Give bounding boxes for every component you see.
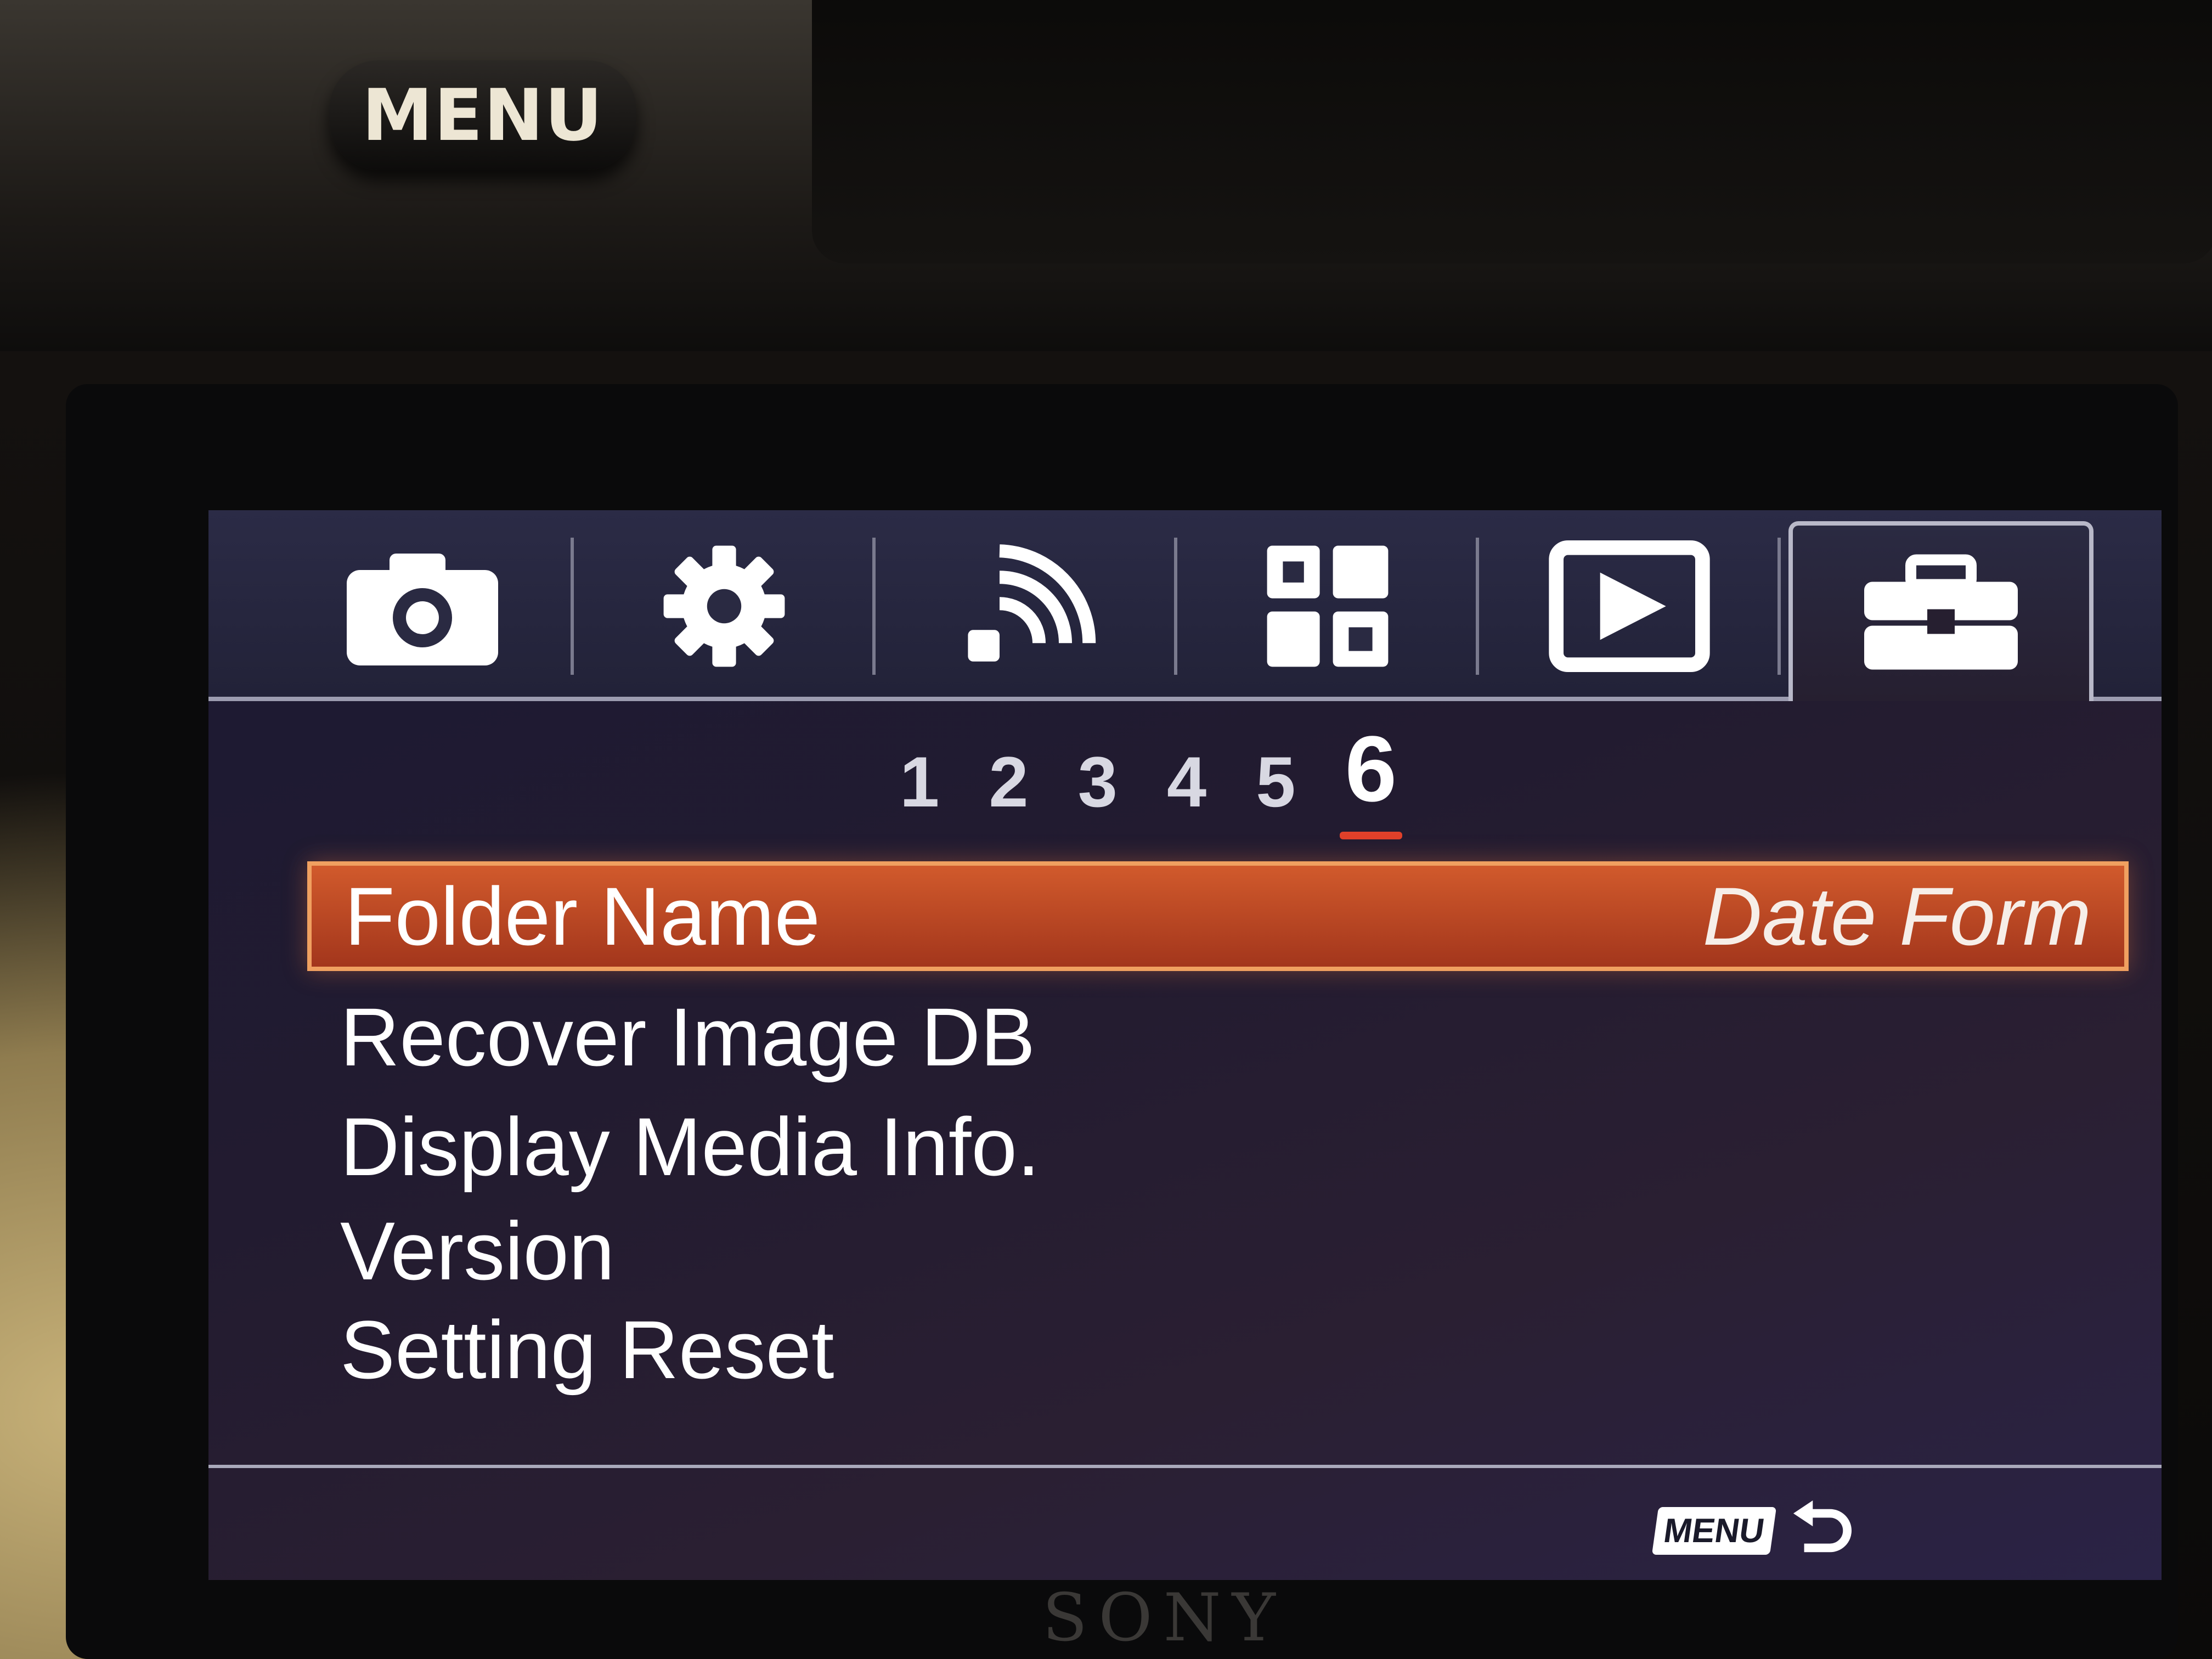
page-3[interactable]: 3 — [1078, 741, 1118, 823]
tab-camera-settings[interactable] — [274, 527, 574, 686]
menu-badge: MENU — [1652, 1506, 1777, 1555]
page-2[interactable]: 2 — [989, 741, 1028, 823]
menu-item-label: Recover Image DB — [340, 990, 1036, 1083]
menu-item-version[interactable]: Version — [307, 1196, 2129, 1306]
menu-item-label: Setting Reset — [340, 1303, 834, 1396]
footer-divider — [208, 1465, 2162, 1468]
menu-item-setting-reset[interactable]: Setting Reset — [307, 1295, 2129, 1404]
back-arrow-icon — [1793, 1500, 1852, 1553]
page-5[interactable]: 5 — [1256, 741, 1295, 823]
tab-custom-settings[interactable] — [576, 527, 876, 686]
page-4[interactable]: 4 — [1167, 741, 1206, 823]
page-6-active[interactable]: 6 — [1339, 715, 1402, 839]
page-1[interactable]: 1 — [900, 741, 939, 823]
tab-setup[interactable] — [1788, 521, 2094, 701]
camera-icon — [347, 554, 498, 665]
camera-lcd-screen: 1 2 3 4 5 6 Folder Name Date Form Recove… — [208, 510, 2162, 1580]
tab-wireless[interactable] — [878, 527, 1177, 686]
camera-body-top: MENU — [0, 0, 2212, 351]
viewfinder — [812, 0, 2212, 263]
menu-item-display-media-info[interactable]: Display Media Info. — [307, 1092, 2129, 1201]
menu-item-recover-image-db[interactable]: Recover Image DB — [307, 982, 2129, 1092]
tab-applications[interactable] — [1180, 527, 1479, 686]
apps-grid-icon — [1267, 545, 1389, 667]
wireless-icon — [968, 544, 1096, 662]
tab-playback[interactable] — [1481, 527, 1781, 686]
menu-item-label: Display Media Info. — [340, 1100, 1040, 1193]
toolbox-icon — [1864, 554, 2018, 670]
menu-item-label: Folder Name — [345, 870, 820, 962]
camera-scene: MENU 1 2 3 4 5 6 Folder Name Date Form R… — [0, 0, 2212, 1659]
menu-item-value: Date Form — [1702, 870, 2091, 962]
hardware-menu-button[interactable]: MENU — [329, 60, 636, 170]
page-indicator: 1 2 3 4 5 6 — [900, 717, 1402, 839]
menu-item-folder-name[interactable]: Folder Name Date Form — [307, 861, 2129, 971]
gear-icon — [663, 545, 785, 667]
menu-item-label: Version — [340, 1204, 615, 1297]
menu-tab-bar — [208, 510, 2162, 701]
menu-back-hint[interactable]: MENU — [1652, 1498, 1854, 1564]
brand-logo: SONY — [1042, 1580, 1286, 1656]
playback-icon — [1549, 540, 1710, 672]
